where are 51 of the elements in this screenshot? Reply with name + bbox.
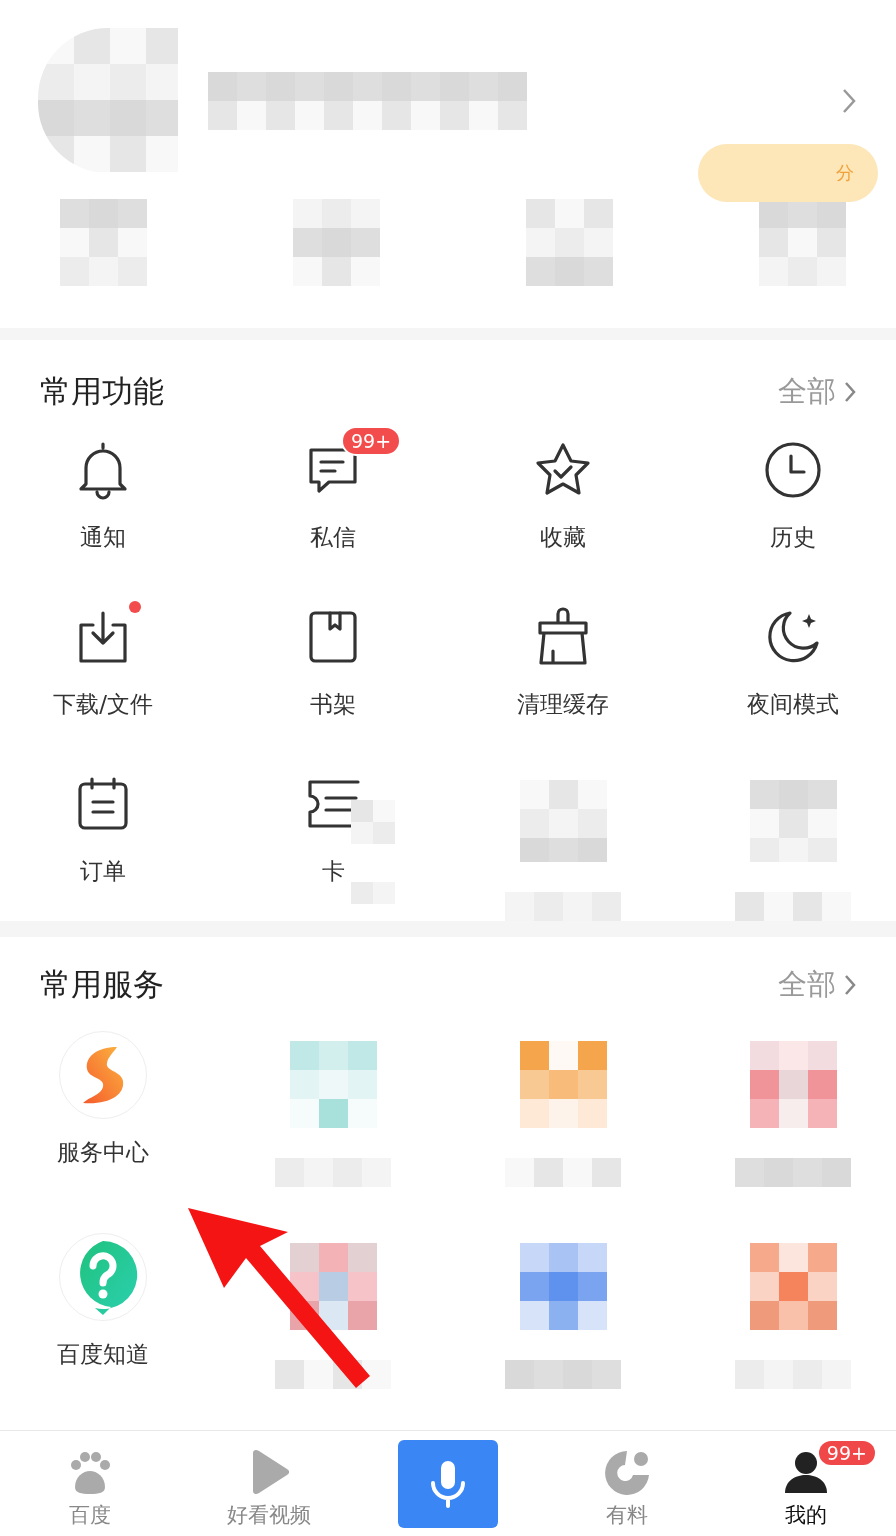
item-label: 历史: [770, 523, 816, 552]
item-label: 收藏: [540, 523, 586, 552]
voice-search-button[interactable]: [398, 1440, 498, 1528]
tab-label: 有料: [606, 1502, 649, 1529]
item-label: 私信: [310, 523, 356, 552]
chevron-icon[interactable]: [842, 88, 856, 114]
section-title: 常用服务: [40, 965, 164, 1004]
item-label: 百度知道: [57, 1340, 149, 1369]
calendar-icon: [77, 776, 129, 832]
count-badge: 99+: [341, 426, 402, 456]
feature-item[interactable]: 收藏: [448, 420, 678, 587]
feature-item[interactable]: 夜间模式: [678, 587, 896, 754]
book-icon: [308, 610, 358, 664]
person-icon: [783, 1449, 830, 1495]
feature-item[interactable]: 书架: [218, 587, 448, 754]
swirl-icon: [603, 1449, 652, 1495]
feature-item[interactable]: 历史: [678, 420, 896, 587]
brush-icon: [535, 607, 591, 667]
feature-item[interactable]: 下载/文件: [0, 587, 218, 754]
item-label: 下载/文件: [53, 690, 153, 719]
tab-label: 好看视频: [226, 1502, 311, 1529]
feature-item[interactable]: 清理缓存: [448, 587, 678, 754]
tab-label: 百度: [68, 1502, 111, 1529]
item-label: 夜间模式: [747, 690, 839, 719]
chevron-icon: [844, 974, 856, 996]
item-label: 清理缓存: [517, 690, 609, 719]
ticket-icon: [306, 778, 360, 830]
count-badge: 99+: [818, 1441, 875, 1465]
item-label: 订单: [80, 857, 126, 886]
download-icon: [77, 609, 129, 665]
tab-item[interactable]: 有料: [537, 1431, 717, 1536]
feature-item[interactable]: 通知: [0, 420, 218, 587]
feature-item[interactable]: 99+ 私信: [218, 420, 448, 587]
item-label: 服务中心: [57, 1138, 149, 1167]
item-label: 通知: [80, 523, 126, 552]
tab-item[interactable]: 好看视频: [179, 1431, 359, 1536]
feature-item[interactable]: 卡: [218, 754, 448, 921]
microphone-icon: [429, 1459, 467, 1509]
tab-label: 我的: [785, 1502, 828, 1529]
section-title: 常用功能: [40, 372, 164, 411]
item-label: 书架: [310, 690, 356, 719]
service-item[interactable]: 服务中心: [0, 1013, 218, 1215]
feature-item[interactable]: 订单: [0, 754, 218, 921]
star-icon: [534, 442, 592, 498]
chevron-icon: [844, 381, 856, 403]
item-label: 卡: [321, 857, 345, 886]
clock-icon: [764, 441, 822, 499]
tab-item[interactable]: 百度: [0, 1431, 180, 1536]
service-item[interactable]: 百度知道: [0, 1215, 218, 1417]
pixelated-area: [351, 800, 395, 844]
tab-item[interactable]: 99+ 我的: [716, 1431, 896, 1536]
